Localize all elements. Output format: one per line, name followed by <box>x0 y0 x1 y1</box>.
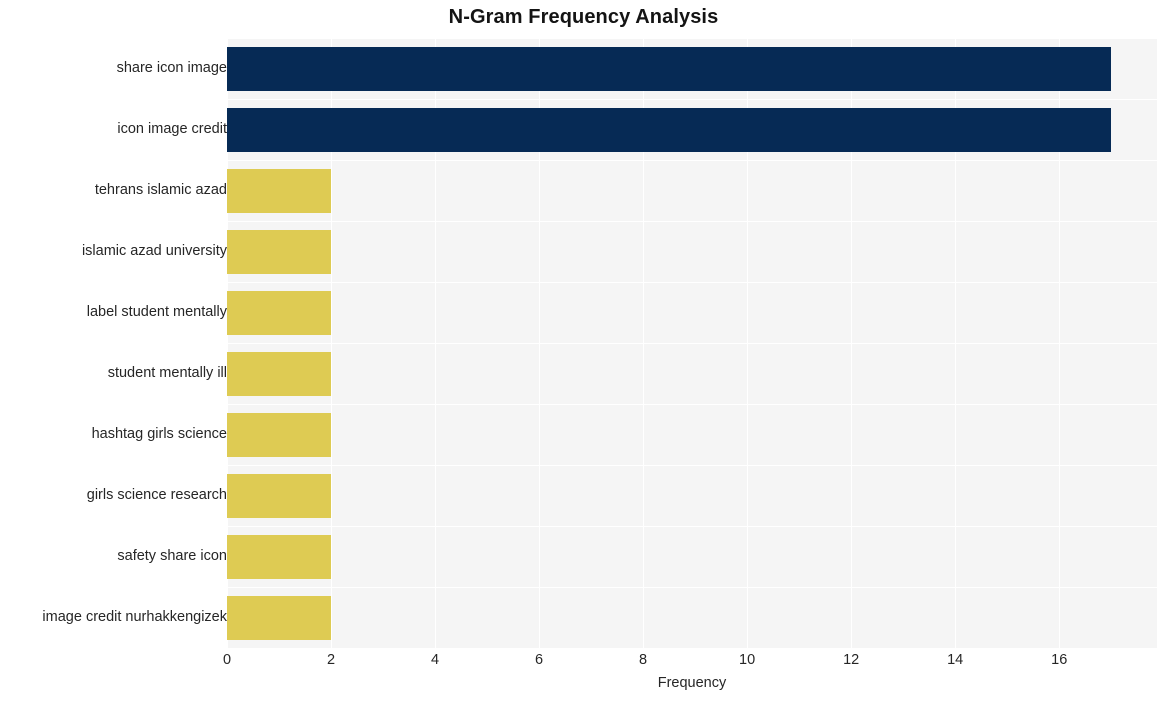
horizontal-gridline <box>227 160 1157 161</box>
bar <box>227 107 1112 152</box>
y-axis-tick-label: icon image credit <box>117 120 227 137</box>
bar <box>227 412 332 457</box>
horizontal-gridline <box>227 99 1157 100</box>
x-axis-tick-label: 0 <box>222 652 232 668</box>
horizontal-gridline <box>227 404 1157 405</box>
y-axis-tick-label: label student mentally <box>86 303 227 320</box>
y-axis-tick-label: tehrans islamic azad <box>94 181 227 198</box>
horizontal-gridline <box>227 465 1157 466</box>
horizontal-gridline <box>227 282 1157 283</box>
chart-title: N-Gram Frequency Analysis <box>448 6 719 28</box>
y-axis-tick-label: student mentally ill <box>107 364 227 381</box>
bar <box>227 595 332 640</box>
x-axis-tick-label: 14 <box>947 652 964 668</box>
bar <box>227 46 1112 91</box>
bar <box>227 290 332 335</box>
horizontal-gridline <box>227 526 1157 527</box>
x-axis-tick-label: 16 <box>1051 652 1068 668</box>
horizontal-gridline <box>227 587 1157 588</box>
x-axis-tick-label: 6 <box>535 652 544 668</box>
y-axis-tick-label: islamic azad university <box>81 242 227 259</box>
x-axis-tick-label: 2 <box>326 652 336 668</box>
x-axis-tick-label: 12 <box>843 652 860 668</box>
y-axis-tick-label: hashtag girls science <box>91 425 227 442</box>
y-axis-tick-label: share icon image <box>116 59 227 76</box>
x-axis-tick-label: 10 <box>739 652 756 668</box>
y-axis-tick-label: safety share icon <box>117 547 227 564</box>
y-axis-tick-label: girls science research <box>86 486 227 503</box>
bar <box>227 168 332 213</box>
chart-figure: N-Gram Frequency Analysis share icon ima… <box>0 0 1167 701</box>
horizontal-gridline <box>227 343 1157 344</box>
plot-area <box>227 38 1157 648</box>
horizontal-gridline <box>227 221 1157 222</box>
y-axis-tick-labels: share icon image icon image credit tehrans… <box>0 38 227 648</box>
bar <box>227 351 332 396</box>
bar <box>227 534 332 579</box>
horizontal-gridline <box>227 38 1157 39</box>
y-axis-tick-label: image credit nurhakkengizek <box>42 608 227 625</box>
x-axis-label: Frequency <box>657 675 727 691</box>
bar <box>227 473 332 518</box>
x-axis-tick-labels: 0 2 4 6 8 10 12 14 16 <box>223 652 1157 674</box>
bar <box>227 229 332 274</box>
x-axis-tick-label: 8 <box>639 652 648 668</box>
x-axis-tick-label: 4 <box>431 652 440 668</box>
